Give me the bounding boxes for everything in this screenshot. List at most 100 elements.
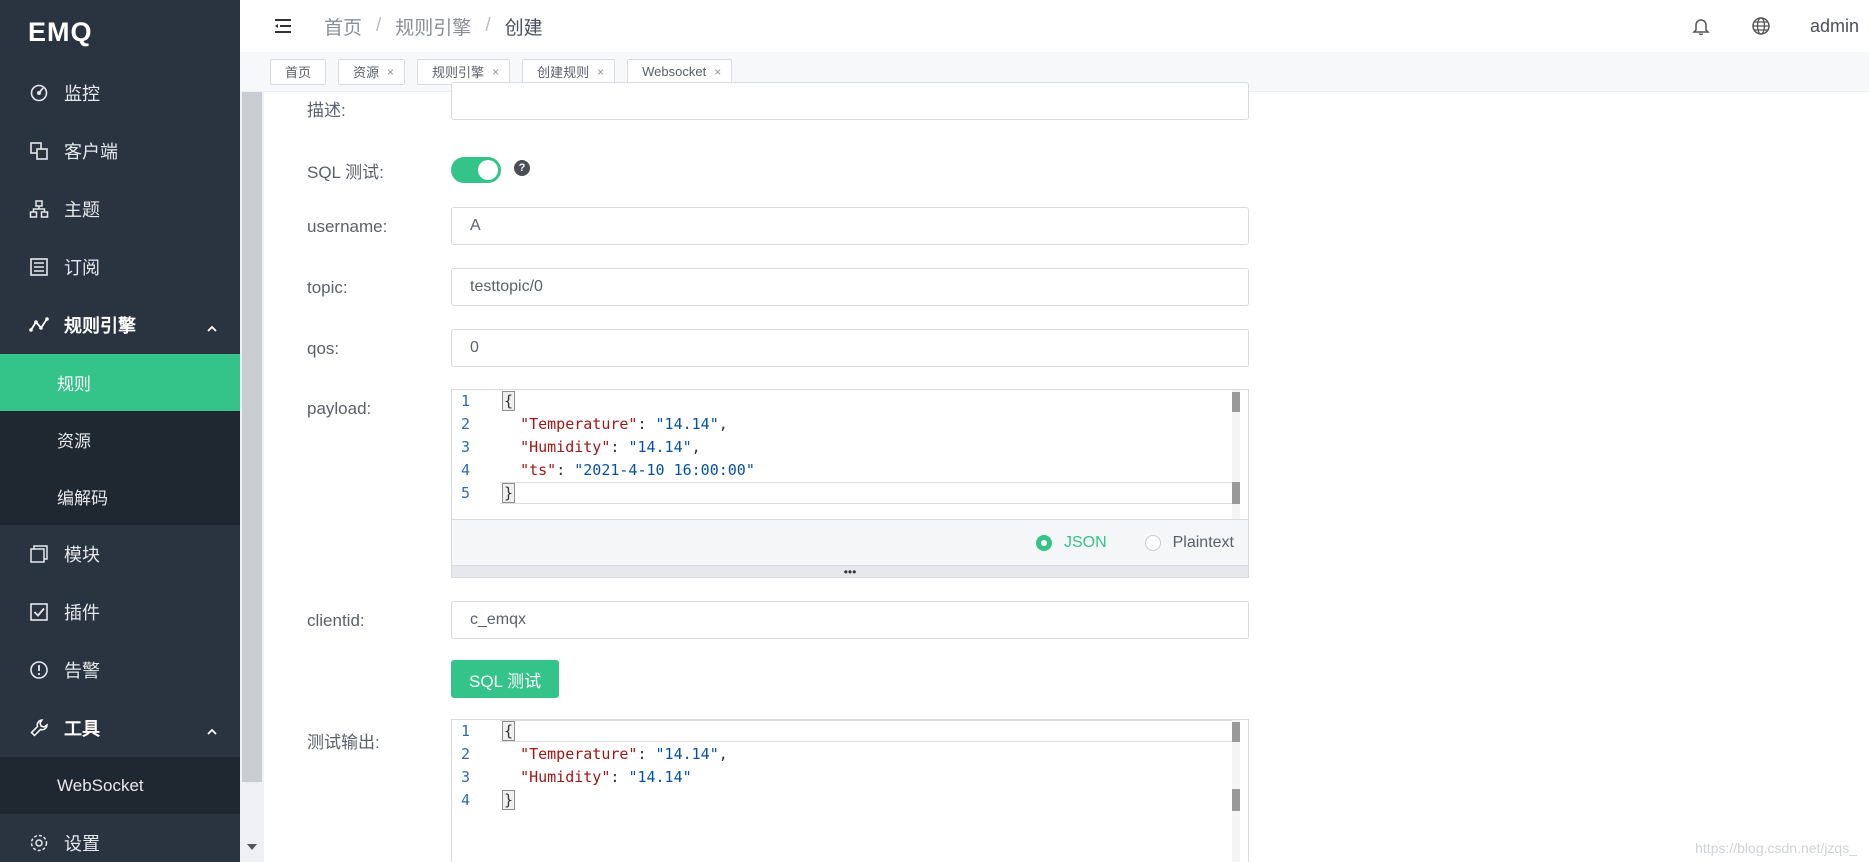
editor-scrollbar-thumb[interactable] [1232, 392, 1240, 412]
editor-resize-handle[interactable]: ••• [451, 566, 1249, 578]
topics-icon [28, 198, 50, 220]
username-input[interactable]: A [451, 207, 1249, 245]
sidebar-item-rule-engine[interactable]: 规则引擎 [0, 296, 240, 354]
plugins-icon [28, 601, 50, 623]
sidebar-item-label: 工具 [64, 719, 100, 739]
switch-knob [478, 160, 498, 180]
breadcrumb-rule-engine[interactable]: 规则引擎 [395, 13, 471, 40]
sidebar-item-tools[interactable]: 工具 [0, 699, 240, 757]
line-number: 2 [461, 415, 471, 433]
editor-scrollbar-thumb[interactable] [1232, 789, 1240, 811]
subscriptions-icon [28, 256, 50, 278]
clientid-label: clientid: [307, 611, 365, 630]
scroll-down-arrow-icon[interactable] [247, 844, 257, 850]
tools-submenu: WebSocket [0, 757, 240, 814]
topic-label: topic: [307, 278, 348, 297]
close-icon[interactable]: × [597, 65, 604, 79]
gear-icon [28, 832, 50, 854]
tag-websocket[interactable]: Websocket × [627, 58, 733, 85]
sidebar-item-monitor[interactable]: 监控 [0, 64, 240, 122]
format-json-radio[interactable]: JSON [1035, 533, 1107, 552]
sidebar-item-label: 模块 [64, 545, 100, 565]
test-output-label: 测试输出: [307, 733, 380, 752]
tag-resources[interactable]: 资源 × [338, 58, 406, 85]
payload-editor[interactable]: 1 2 3 4 5 { "Temperature": "14.14", "Hum… [451, 389, 1249, 520]
sidebar-subitem-resources[interactable]: 资源 [0, 411, 240, 468]
format-plaintext-radio[interactable]: Plaintext [1144, 534, 1234, 552]
sidebar-item-subscriptions[interactable]: 订阅 [0, 238, 240, 296]
alarm-icon [28, 659, 50, 681]
menu-toggle-icon[interactable] [272, 15, 294, 37]
topic-input[interactable]: testtopic/0 [451, 268, 1249, 306]
username-label: username: [307, 217, 388, 236]
sidebar-item-clients[interactable]: 客户端 [0, 122, 240, 180]
sidebar-item-label: 插件 [64, 603, 100, 623]
globe-icon[interactable] [1750, 15, 1772, 37]
sidebar-item-plugins[interactable]: 插件 [0, 583, 240, 641]
qos-input[interactable]: 0 [451, 329, 1249, 367]
user-menu[interactable]: admin [1810, 16, 1859, 37]
sql-test-switch[interactable] [451, 157, 501, 183]
line-number: 4 [461, 461, 471, 479]
editor-scrollbar-thumb[interactable] [1232, 482, 1240, 504]
tag-rule-engine[interactable]: 规则引擎 × [417, 58, 511, 85]
code-brace: { [502, 391, 516, 411]
sidebar-item-topics[interactable]: 主题 [0, 180, 240, 238]
close-icon[interactable]: × [492, 65, 499, 79]
output-code[interactable]: { "Temperature": "14.14", "Humidity": "1… [502, 720, 1228, 812]
editor-scrollbar-thumb[interactable] [1232, 722, 1240, 742]
question-circle-icon[interactable]: ? [514, 160, 530, 176]
tag-home[interactable]: 首页 [270, 58, 327, 85]
wrench-icon [28, 717, 50, 739]
code-line: "ts": "2021-4-10 16:00:00" [520, 461, 755, 479]
sidebar-item-settings[interactable]: 设置 [0, 814, 240, 862]
code-brace: { [502, 721, 516, 741]
line-numbers: 1 2 3 4 [452, 720, 500, 812]
sql-test-button[interactable]: SQL 测试 [451, 660, 560, 698]
payload-code[interactable]: { "Temperature": "14.14", "Humidity": "1… [502, 390, 1228, 505]
page-scrollbar[interactable] [240, 92, 264, 862]
code-line: } [502, 482, 1228, 505]
watermark: https://blog.csdn.net/jzqs_ [1695, 840, 1857, 856]
sidebar-item-label: 设置 [64, 834, 100, 854]
tag-label: Websocket [642, 64, 707, 79]
code-brace: } [502, 790, 516, 810]
sidebar-item-label: 订阅 [64, 258, 100, 278]
logo[interactable]: EMQ [0, 0, 240, 64]
description-input[interactable] [451, 82, 1249, 120]
test-output-editor[interactable]: 1 2 3 4 { "Temperature": "14.14", "Humid… [451, 719, 1249, 862]
tag-label: 资源 [353, 65, 380, 80]
radio-label: JSON [1063, 533, 1107, 551]
sidebar-subitem-websocket[interactable]: WebSocket [0, 757, 240, 814]
code-line: "Temperature": "14.14", [520, 745, 728, 763]
line-number: 3 [461, 768, 471, 786]
sidebar-item-alarms[interactable]: 告警 [0, 641, 240, 699]
sidebar-item-label: 主题 [64, 200, 100, 220]
close-icon[interactable]: × [714, 65, 721, 79]
bell-icon[interactable] [1690, 15, 1712, 37]
sidebar-subitem-codec[interactable]: 编解码 [0, 468, 240, 525]
line-number: 3 [461, 438, 471, 456]
tag-create-rule[interactable]: 创建规则 × [522, 58, 616, 85]
breadcrumb-home[interactable]: 首页 [324, 13, 362, 40]
close-icon[interactable]: × [387, 65, 394, 79]
sidebar-item-modules[interactable]: 模块 [0, 525, 240, 583]
dashboard-icon [28, 82, 50, 104]
scrollbar-thumb[interactable] [242, 92, 262, 782]
rule-form: 描述: SQL 测试: ? username: A topic: testtop… [268, 82, 1869, 862]
line-number: 5 [461, 484, 471, 502]
code-line: "Humidity": "14.14" [520, 768, 692, 786]
header-actions: admin [1690, 0, 1859, 52]
radio-dot [1035, 534, 1052, 551]
sql-test-label: SQL 测试: [307, 163, 384, 182]
clientid-input[interactable]: c_emqx [451, 601, 1249, 639]
breadcrumb-separator: / [485, 15, 491, 36]
top-header: 首页 / 规则引擎 / 创建 admin [240, 0, 1869, 52]
line-number: 4 [461, 791, 471, 809]
breadcrumb: 首页 / 规则引擎 / 创建 [324, 13, 543, 40]
code-line: } [502, 789, 1228, 812]
line-number: 1 [461, 392, 471, 410]
line-number: 1 [461, 722, 471, 740]
sidebar-subitem-rules[interactable]: 规则 [0, 354, 240, 411]
chevron-up-icon [206, 319, 218, 332]
